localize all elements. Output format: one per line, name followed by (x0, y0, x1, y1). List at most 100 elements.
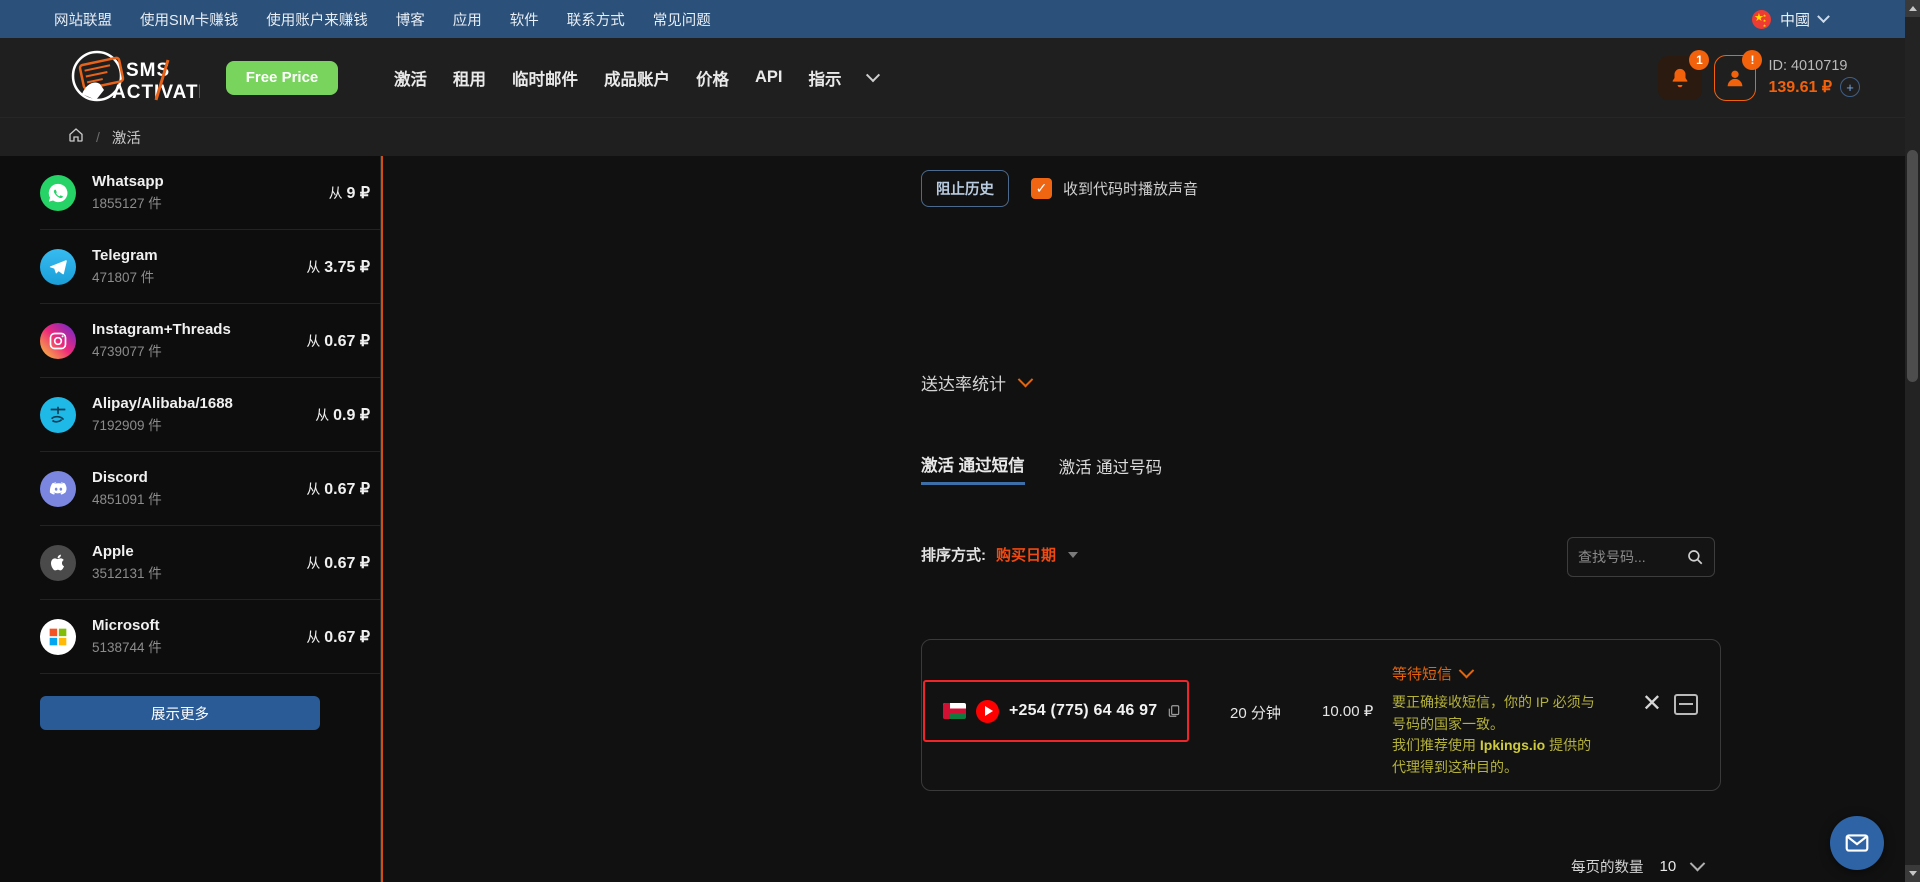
status-toggle[interactable]: 等待短信 (1392, 662, 1632, 684)
phone-number[interactable]: +254 (775) 64 46 97 (1009, 702, 1157, 720)
nav-item-prices[interactable]: 价格 (696, 66, 729, 90)
sidebar-item-telegram[interactable]: Telegram 471807 件 从 3.75 ₽ (40, 230, 380, 304)
sidebar-item-whatsapp[interactable]: Whatsapp 1855127 件 从 9 ₽ (40, 156, 380, 230)
notifications-badge: 1 (1689, 49, 1710, 70)
sort-label: 排序方式: (921, 547, 986, 564)
chevron-down-icon (1458, 662, 1475, 679)
sound-checkbox-row[interactable]: ✓ 收到代码时播放声音 (1031, 178, 1198, 199)
sidebar-item-alipay[interactable]: Alipay/Alibaba/1688 7192909 件 从 0.9 ₽ (40, 378, 380, 452)
top-link-account-earn[interactable]: 使用账户来赚钱 (266, 9, 368, 30)
main-content: 阻止历史 ✓ 收到代码时播放声音 送达率统计 激活 通过短信 激活 通过号码 排… (380, 156, 1920, 882)
scroll-up-button[interactable] (1905, 0, 1920, 17)
sound-checkbox-label: 收到代码时播放声音 (1063, 181, 1199, 198)
tab-activation-by-number[interactable]: 激活 通过号码 (1059, 454, 1163, 484)
scrollbar-thumb[interactable] (1907, 150, 1918, 382)
breadcrumb-home[interactable] (68, 127, 84, 147)
support-mail-button[interactable] (1830, 816, 1884, 870)
top-link-apps[interactable]: 应用 (453, 9, 482, 30)
activation-controls: 阻止历史 ✓ 收到代码时播放声音 (921, 156, 1198, 207)
search-number-box[interactable] (1567, 537, 1715, 577)
nav-item-api[interactable]: API (755, 68, 783, 87)
china-flag-icon (1751, 9, 1771, 29)
main-navigation: 激活 租用 临时邮件 成品账户 价格 API 指示 (394, 66, 880, 90)
close-icon[interactable]: ✕ (1642, 692, 1662, 716)
show-more-button[interactable]: 展示更多 (40, 696, 320, 730)
nav-item-rent[interactable]: 租用 (453, 66, 486, 90)
caret-down-icon[interactable] (1068, 551, 1079, 558)
sidebar-item-microsoft[interactable]: Microsoft 5138744 件 从 0.67 ₽ (40, 600, 380, 674)
chevron-up-icon (1908, 6, 1917, 11)
add-funds-button[interactable]: + (1840, 77, 1860, 97)
sidebar-item-instagram[interactable]: Instagram+Threads 4739077 件 从 0.67 ₽ (40, 304, 380, 378)
per-page-label: 每页的数量 (1571, 860, 1644, 876)
top-link-affiliate[interactable]: 网站联盟 (54, 9, 112, 30)
sidebar-item-name: Telegram (92, 247, 158, 264)
scroll-down-button[interactable] (1905, 865, 1920, 882)
nav-item-activation[interactable]: 激活 (394, 66, 427, 90)
activation-tabs: 激活 通过短信 激活 通过号码 (921, 452, 1162, 485)
microsoft-icon (40, 618, 76, 655)
nav-item-instructions[interactable]: 指示 (809, 66, 842, 90)
status-description: 要正确接收短信，你的 IP 必须与 号码的国家一致。 我们推荐使用 Ipking… (1392, 692, 1632, 779)
sidebar-item-price: 从 0.9 ₽ (315, 406, 370, 424)
top-utility-bar: 网站联盟 使用SIM卡赚钱 使用账户来赚钱 博客 应用 软件 联系方式 常见问题… (0, 0, 1920, 38)
copy-icon[interactable] (1167, 703, 1181, 719)
chevron-down-icon[interactable] (865, 67, 880, 82)
sidebar-item-count: 4851091 件 (92, 492, 162, 507)
logo[interactable]: SMS ACTIVATE (68, 50, 200, 106)
page-scrollbar[interactable] (1905, 0, 1920, 882)
service-sidebar: Whatsapp 1855127 件 从 9 ₽ Telegram 471807… (0, 156, 380, 882)
activation-price: 10.00 ₽ (1322, 703, 1374, 720)
top-link-blog[interactable]: 博客 (396, 9, 425, 30)
language-label: 中國 (1779, 11, 1810, 29)
home-icon (69, 128, 83, 142)
block-history-button[interactable]: 阻止历史 (921, 170, 1009, 207)
tab-activation-by-sms[interactable]: 激活 通过短信 (921, 452, 1025, 485)
account-id: ID: 4010719 (1768, 58, 1848, 74)
phone-number-highlight[interactable]: +254 (775) 64 46 97 (923, 680, 1189, 742)
status-desc-line3-pre: 我们推荐使用 (1392, 737, 1480, 754)
card-actions: ✕ (1642, 692, 1698, 716)
sidebar-item-count: 471807 件 (92, 270, 155, 285)
avatar-alert-badge: ! (1742, 49, 1763, 70)
site-header: SMS ACTIVATE Free Price 激活 租用 临时邮件 成品账户 … (0, 38, 1920, 118)
sidebar-item-discord[interactable]: Discord 4851091 件 从 0.67 ₽ (40, 452, 380, 526)
top-link-software[interactable]: 软件 (510, 9, 539, 30)
sidebar-item-price: 从 0.67 ₽ (306, 332, 370, 350)
avatar[interactable]: ! (1714, 49, 1763, 101)
chevron-down-icon (1017, 371, 1034, 388)
proxy-link[interactable]: Ipkings.io (1480, 737, 1545, 753)
sidebar-item-count: 7192909 件 (92, 418, 162, 433)
account-area: 1 ! ID: 4010719 139.61 ₽ + (1658, 49, 1920, 101)
delivery-stats-toggle[interactable]: 送达率统计 (921, 370, 1034, 395)
search-icon[interactable] (1686, 548, 1704, 566)
sidebar-item-price: 从 0.67 ₽ (306, 628, 370, 646)
telegram-icon (40, 248, 76, 285)
nav-item-temp-mail[interactable]: 临时邮件 (512, 66, 578, 90)
top-utility-links: 网站联盟 使用SIM卡赚钱 使用账户来赚钱 博客 应用 软件 联系方式 常见问题 (54, 9, 711, 30)
breadcrumb: / 激活 (0, 118, 1920, 156)
top-link-faq[interactable]: 常见问题 (653, 9, 711, 30)
top-link-sim-earn[interactable]: 使用SIM卡赚钱 (140, 9, 238, 30)
search-input[interactable] (1578, 549, 1686, 565)
language-switcher[interactable]: 中國 (1751, 9, 1898, 30)
sidebar-item-price: 从 3.75 ₽ (306, 258, 370, 276)
youtube-icon (976, 699, 999, 723)
nav-item-ready-accounts[interactable]: 成品账户 (604, 66, 670, 90)
chevron-down-icon[interactable] (1689, 855, 1706, 872)
sound-checkbox[interactable]: ✓ (1031, 178, 1052, 199)
sidebar-item-name: Alipay/Alibaba/1688 (92, 395, 233, 412)
breadcrumb-current[interactable]: 激活 (112, 127, 141, 148)
per-page-control[interactable]: 每页的数量 10 (1571, 855, 1706, 877)
top-link-contacts[interactable]: 联系方式 (567, 9, 625, 30)
sidebar-item-name: Microsoft (92, 617, 160, 634)
activation-status: 等待短信 要正确接收短信，你的 IP 必须与 号码的国家一致。 我们推荐使用 I… (1392, 662, 1632, 779)
sort-value[interactable]: 购买日期 (996, 544, 1056, 565)
sidebar-item-count: 5138744 件 (92, 640, 162, 655)
free-price-button[interactable]: Free Price (226, 60, 338, 95)
notifications-button[interactable]: 1 (1658, 49, 1710, 100)
sidebar-item-apple[interactable]: Apple 3512131 件 从 0.67 ₽ (40, 526, 380, 600)
sms-icon[interactable] (1674, 693, 1698, 715)
activation-card: +254 (775) 64 46 97 20 分钟 10.00 ₽ 等待短信 要… (921, 639, 1721, 791)
mail-icon (1845, 834, 1869, 852)
